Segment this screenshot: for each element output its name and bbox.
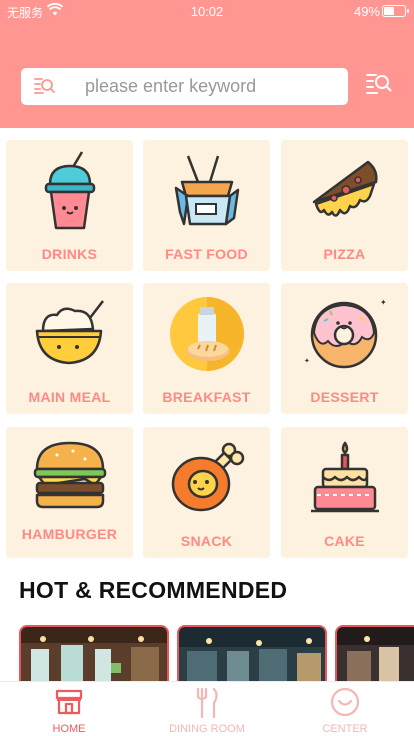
drink-icon xyxy=(6,148,133,234)
category-label: SNACK xyxy=(180,533,233,549)
tab-bar: HOME DINING ROOM CENTER xyxy=(0,681,414,736)
svg-text:✦: ✦ xyxy=(304,357,310,365)
category-fast-food[interactable]: FAST FOOD xyxy=(143,140,270,271)
category-label: HAMBURGER xyxy=(21,526,118,542)
header: 无服务 10:02 49% xyxy=(0,0,414,128)
tab-dining-room[interactable]: DINING ROOM xyxy=(138,682,276,736)
donut-icon: ✦ ✦ xyxy=(281,291,408,377)
section-title: HOT & RECOMMENDED xyxy=(19,577,288,603)
search-bar[interactable] xyxy=(21,68,348,105)
cake-icon xyxy=(281,435,408,521)
svg-text:✦: ✦ xyxy=(380,298,387,307)
category-main-meal[interactable]: MAIN MEAL xyxy=(6,283,133,414)
category-label: PIZZA xyxy=(323,246,366,262)
drumstick-icon xyxy=(143,435,270,521)
status-bar: 无服务 10:02 49% xyxy=(0,0,414,22)
search-filter-icon[interactable] xyxy=(366,72,392,101)
smile-face-icon xyxy=(276,687,414,717)
tab-label: HOME xyxy=(52,723,86,735)
category-label: FAST FOOD xyxy=(165,246,248,262)
category-hamburger[interactable]: HAMBURGER xyxy=(6,427,133,558)
restaurant-card[interactable] xyxy=(19,625,169,682)
restaurant-card[interactable] xyxy=(335,625,414,682)
category-label: DRINKS xyxy=(41,246,98,262)
category-label: BREAKFAST xyxy=(162,389,251,405)
category-label: MAIN MEAL xyxy=(28,389,111,405)
tab-center[interactable]: CENTER xyxy=(276,682,414,736)
bowl-icon xyxy=(6,291,133,377)
hamburger-icon xyxy=(6,431,133,517)
battery-percent: 49% xyxy=(353,4,380,19)
category-drinks[interactable]: DRINKS xyxy=(6,140,133,271)
restaurant-card[interactable] xyxy=(177,625,327,682)
category-label: DESSERT xyxy=(310,389,379,405)
tab-label: DINING ROOM xyxy=(169,723,245,735)
tab-home[interactable]: HOME xyxy=(0,682,138,736)
recommended-carousel xyxy=(19,625,414,682)
search-list-icon xyxy=(34,77,56,100)
tab-label: CENTER xyxy=(322,723,368,735)
search-input[interactable] xyxy=(85,68,340,105)
category-cake[interactable]: CAKE xyxy=(281,427,408,558)
store-icon xyxy=(0,687,138,717)
category-label: CAKE xyxy=(324,533,365,549)
pizza-icon xyxy=(281,148,408,234)
clock-time: 10:02 xyxy=(190,4,224,19)
category-breakfast[interactable]: BREAKFAST xyxy=(143,283,270,414)
category-snack[interactable]: SNACK xyxy=(143,427,270,558)
fork-knife-icon xyxy=(138,687,276,719)
battery-icon xyxy=(382,5,409,17)
bread-milk-icon xyxy=(143,291,270,377)
noodle-box-icon xyxy=(143,148,270,234)
category-dessert[interactable]: ✦ ✦ DESSERT xyxy=(281,283,408,414)
category-pizza[interactable]: PIZZA xyxy=(281,140,408,271)
